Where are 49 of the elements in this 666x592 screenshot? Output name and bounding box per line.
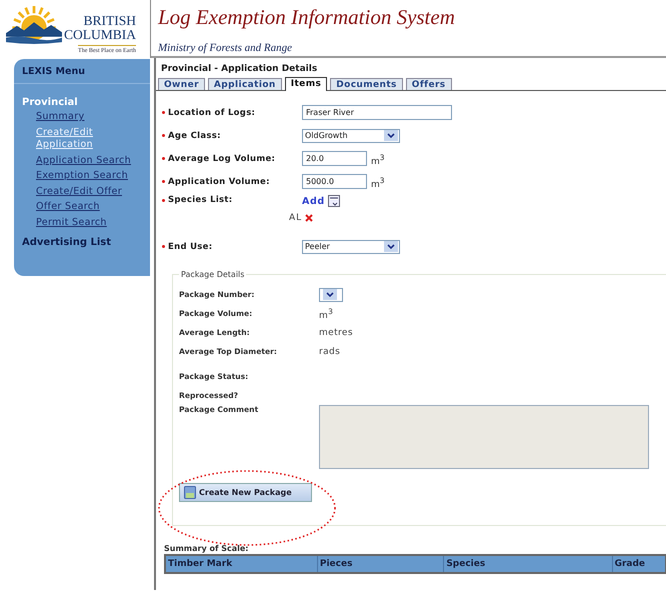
species-code: AL [289, 213, 302, 223]
dropdown[interactable] [319, 288, 343, 302]
input-field[interactable]: 20.0 [302, 151, 367, 166]
menu-link[interactable]: Offer Search [36, 201, 150, 214]
save-icon [184, 486, 196, 499]
input-field[interactable]: Fraser River [302, 105, 452, 120]
column-header: Pieces [317, 555, 444, 573]
unit-label: m$^{3}$ [371, 153, 385, 169]
menu-link[interactable]: Create/Edit Offer [36, 186, 150, 198]
app-title: Log Exemption Information System [156, 4, 456, 31]
delete-icon[interactable] [305, 214, 314, 222]
tab[interactable]: Offers [406, 78, 452, 90]
input-field[interactable]: 5000.0 [302, 174, 367, 189]
column-header: Grade [612, 555, 666, 573]
menu-link[interactable]: Exemption Search [36, 170, 150, 182]
menu-section[interactable]: Advertising List [22, 237, 150, 248]
field-value: rads [319, 346, 340, 356]
menu-title: LEXIS Menu [14, 59, 150, 84]
field-value: m$^{3}$ [319, 306, 334, 320]
menu-link[interactable]: Summary [36, 111, 150, 124]
field-label: Species List: [168, 195, 232, 205]
field-label: Age Class: [168, 130, 221, 140]
column-header: Species [444, 555, 612, 573]
tab[interactable]: Items [284, 77, 328, 91]
menu-link[interactable]: Permit Search [36, 216, 150, 229]
logo-text: COLUMBIA [64, 28, 136, 41]
dropdown[interactable]: Peeler [302, 240, 400, 254]
page-heading: Provincial - Application Details [160, 63, 318, 76]
create-package-button[interactable]: Create New Package [179, 483, 312, 502]
tab[interactable]: Application [208, 78, 282, 90]
section-heading: Summary of Scale: [164, 544, 250, 553]
unit-label: m$^{3}$ [371, 176, 385, 192]
add-link[interactable]: Add [302, 196, 325, 206]
logo-icon [6, 6, 62, 44]
logo-text: BRITISH [84, 14, 136, 28]
dropdown[interactable]: OldGrowth [302, 128, 400, 142]
column-header: Timber Mark [165, 555, 318, 573]
tab[interactable]: Documents [330, 78, 403, 90]
field-label: End Use: [168, 242, 212, 252]
tab[interactable]: Owner [158, 78, 205, 90]
picker-icon[interactable] [328, 195, 340, 207]
field-value: metres [319, 328, 353, 338]
comment-field[interactable] [319, 405, 649, 469]
field-label: Location of Logs: [168, 108, 256, 118]
panel-legend: Package Details [179, 270, 246, 279]
field-label: Application Volume: [168, 176, 270, 186]
ministry-subtitle: Ministry of Forests and Range [151, 34, 666, 58]
menu-link[interactable]: Application Search [36, 154, 150, 167]
field-label: Average Log Volume: [168, 154, 276, 164]
